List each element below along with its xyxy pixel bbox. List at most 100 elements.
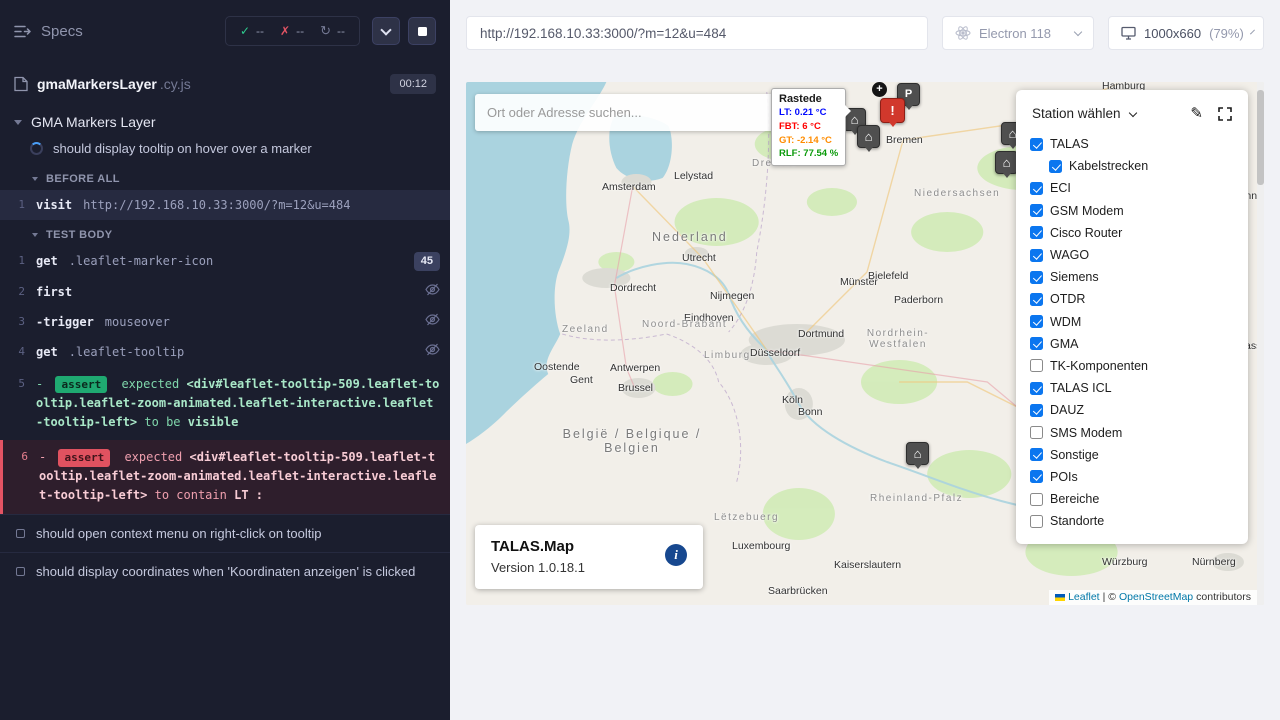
checkbox-icon[interactable] bbox=[1030, 315, 1043, 328]
checkbox-icon[interactable] bbox=[1030, 470, 1043, 483]
pending-test-row[interactable]: should display coordinates when 'Koordin… bbox=[0, 552, 450, 590]
layer-label: ECI bbox=[1050, 181, 1071, 195]
specs-title[interactable]: Specs bbox=[41, 23, 83, 40]
assert-passed-row[interactable]: 5 - assert expected <div#leaflet-tooltip… bbox=[0, 367, 450, 441]
checkbox-icon[interactable] bbox=[1030, 293, 1043, 306]
marker-glyph-icon: ⌂ bbox=[851, 113, 859, 126]
fullscreen-icon[interactable] bbox=[1218, 107, 1232, 121]
info-icon[interactable]: i bbox=[665, 544, 687, 566]
assert-badge: assert bbox=[58, 449, 110, 467]
scrollbar-thumb[interactable] bbox=[1257, 90, 1264, 185]
command-first[interactable]: 2 first bbox=[0, 277, 450, 307]
caret-down-icon bbox=[32, 177, 38, 181]
x-icon: ✗ bbox=[280, 24, 290, 38]
checkbox-icon[interactable] bbox=[1030, 337, 1043, 350]
layer-label: Siemens bbox=[1050, 270, 1099, 284]
layer-checkbox[interactable]: DAUZ bbox=[1030, 399, 1234, 421]
layer-label: TALAS ICL bbox=[1050, 381, 1112, 395]
map-marker[interactable]: ! bbox=[880, 98, 905, 123]
caret-down-icon bbox=[14, 120, 22, 125]
command-get-tooltip[interactable]: 4 get .leaflet-tooltip bbox=[0, 337, 450, 367]
layer-checkbox[interactable]: GMA bbox=[1030, 333, 1234, 355]
map-marker[interactable]: ⌂ bbox=[906, 442, 929, 465]
layer-checkbox[interactable]: SMS Modem bbox=[1030, 421, 1234, 443]
layer-label: SMS Modem bbox=[1050, 426, 1122, 440]
spec-extension: .cy.js bbox=[160, 76, 191, 92]
checkbox-icon[interactable] bbox=[1030, 404, 1043, 417]
element-count-badge: 45 bbox=[414, 252, 440, 271]
layer-label: Kabelstrecken bbox=[1069, 159, 1148, 173]
specs-menu-icon[interactable] bbox=[14, 24, 31, 39]
url-input[interactable]: http://192.168.10.33:3000/?m=12&u=484 bbox=[466, 16, 928, 50]
app-title: TALAS.Map bbox=[491, 538, 687, 555]
scrollbar-track bbox=[1257, 82, 1264, 605]
station-select-dropdown[interactable]: Station wählen bbox=[1032, 106, 1121, 121]
layer-label: TK-Komponenten bbox=[1050, 359, 1148, 373]
layer-checkbox[interactable]: Standorte bbox=[1030, 510, 1234, 532]
leaflet-map[interactable]: HamburgBremenHannoverNiedersachsenDrenth… bbox=[466, 82, 1264, 605]
layer-checkbox[interactable]: Kabelstrecken bbox=[1049, 155, 1234, 177]
osm-link[interactable]: OpenStreetMap bbox=[1119, 591, 1193, 603]
checkbox-icon[interactable] bbox=[1030, 515, 1043, 528]
checkbox-icon[interactable] bbox=[1049, 160, 1062, 173]
checkbox-icon[interactable] bbox=[1030, 226, 1043, 239]
command-get-marker[interactable]: 1 get .leaflet-marker-icon 45 bbox=[0, 246, 450, 277]
section-test-body[interactable]: TEST BODY bbox=[0, 220, 450, 246]
checkbox-icon[interactable] bbox=[1030, 382, 1043, 395]
layer-checkbox[interactable]: WDM bbox=[1030, 311, 1234, 333]
marker-tooltip: Rastede LT: 0.21 °CFBT: 6 °CGT: -2.14 °C… bbox=[771, 88, 846, 166]
stop-button[interactable] bbox=[408, 17, 436, 45]
chevron-down-icon bbox=[1250, 29, 1255, 34]
layer-checkbox[interactable]: POIs bbox=[1030, 466, 1234, 488]
layer-checkbox[interactable]: OTDR bbox=[1030, 288, 1234, 310]
pending-square-icon bbox=[16, 567, 25, 576]
map-marker[interactable]: + bbox=[872, 82, 887, 97]
layer-checkbox[interactable]: Siemens bbox=[1030, 266, 1234, 288]
layer-checkbox[interactable]: TALAS ICL bbox=[1030, 377, 1234, 399]
test-stats: ✓-- ✗-- ↻-- bbox=[225, 16, 360, 46]
leaflet-link[interactable]: Leaflet bbox=[1068, 591, 1100, 603]
layer-checkbox[interactable]: TALAS bbox=[1030, 133, 1234, 155]
section-before-all[interactable]: BEFORE ALL bbox=[0, 164, 450, 190]
checkbox-icon[interactable] bbox=[1030, 426, 1043, 439]
checkbox-icon[interactable] bbox=[1030, 138, 1043, 151]
stat-failed: ✗-- bbox=[280, 24, 304, 38]
spec-header[interactable]: gmaMarkersLayer .cy.js 00:12 bbox=[0, 62, 450, 108]
checkbox-icon[interactable] bbox=[1030, 359, 1043, 372]
map-marker[interactable]: ⌂ bbox=[995, 151, 1018, 174]
layer-checkbox[interactable]: Cisco Router bbox=[1030, 222, 1234, 244]
tooltip-measure-row: FBT: 6 °C bbox=[779, 120, 838, 134]
marker-glyph-icon: P bbox=[905, 89, 912, 100]
layer-checkbox[interactable]: Sonstige bbox=[1030, 444, 1234, 466]
assert-failed-row[interactable]: 6 - assert expected <div#leaflet-tooltip… bbox=[0, 440, 450, 514]
pending-test-row[interactable]: should open context menu on right-click … bbox=[0, 514, 450, 552]
station-panel: Station wählen ✎ TALAS Kabelstrecken bbox=[1016, 90, 1248, 544]
test-active[interactable]: should display tooltip on hover over a m… bbox=[0, 136, 450, 164]
viewport-selector[interactable]: 1000x660 (79%) bbox=[1108, 16, 1264, 50]
version-card: TALAS.Map Version 1.0.18.1 i bbox=[475, 525, 703, 589]
layer-checkbox[interactable]: Bereiche bbox=[1030, 488, 1234, 510]
map-search-input[interactable] bbox=[487, 105, 763, 120]
checkbox-icon[interactable] bbox=[1030, 182, 1043, 195]
suite-gma-markers-layer[interactable]: GMA Markers Layer bbox=[0, 108, 450, 136]
layer-label: DAUZ bbox=[1050, 403, 1084, 417]
spec-duration-badge: 00:12 bbox=[390, 74, 436, 94]
browser-selector[interactable]: Electron 118 bbox=[942, 16, 1094, 50]
checkbox-icon[interactable] bbox=[1030, 249, 1043, 262]
edit-pencil-icon[interactable]: ✎ bbox=[1190, 106, 1203, 121]
suite-title: GMA Markers Layer bbox=[31, 114, 155, 130]
command-visit[interactable]: 1 visit http://192.168.10.33:3000/?m=12&… bbox=[0, 190, 450, 220]
spec-name: gmaMarkersLayer bbox=[37, 76, 157, 92]
layer-checkbox[interactable]: WAGO bbox=[1030, 244, 1234, 266]
checkbox-icon[interactable] bbox=[1030, 271, 1043, 284]
checkbox-icon[interactable] bbox=[1030, 493, 1043, 506]
layer-checkbox[interactable]: GSM Modem bbox=[1030, 200, 1234, 222]
map-marker[interactable]: ⌂ bbox=[857, 125, 880, 148]
checkbox-icon[interactable] bbox=[1030, 204, 1043, 217]
layer-checkbox[interactable]: ECI bbox=[1030, 177, 1234, 199]
layer-checkbox[interactable]: TK-Komponenten bbox=[1030, 355, 1234, 377]
command-trigger[interactable]: 3 -trigger mouseover bbox=[0, 307, 450, 337]
checkbox-icon[interactable] bbox=[1030, 448, 1043, 461]
layer-label: Cisco Router bbox=[1050, 226, 1122, 240]
collapse-button[interactable] bbox=[372, 17, 400, 45]
